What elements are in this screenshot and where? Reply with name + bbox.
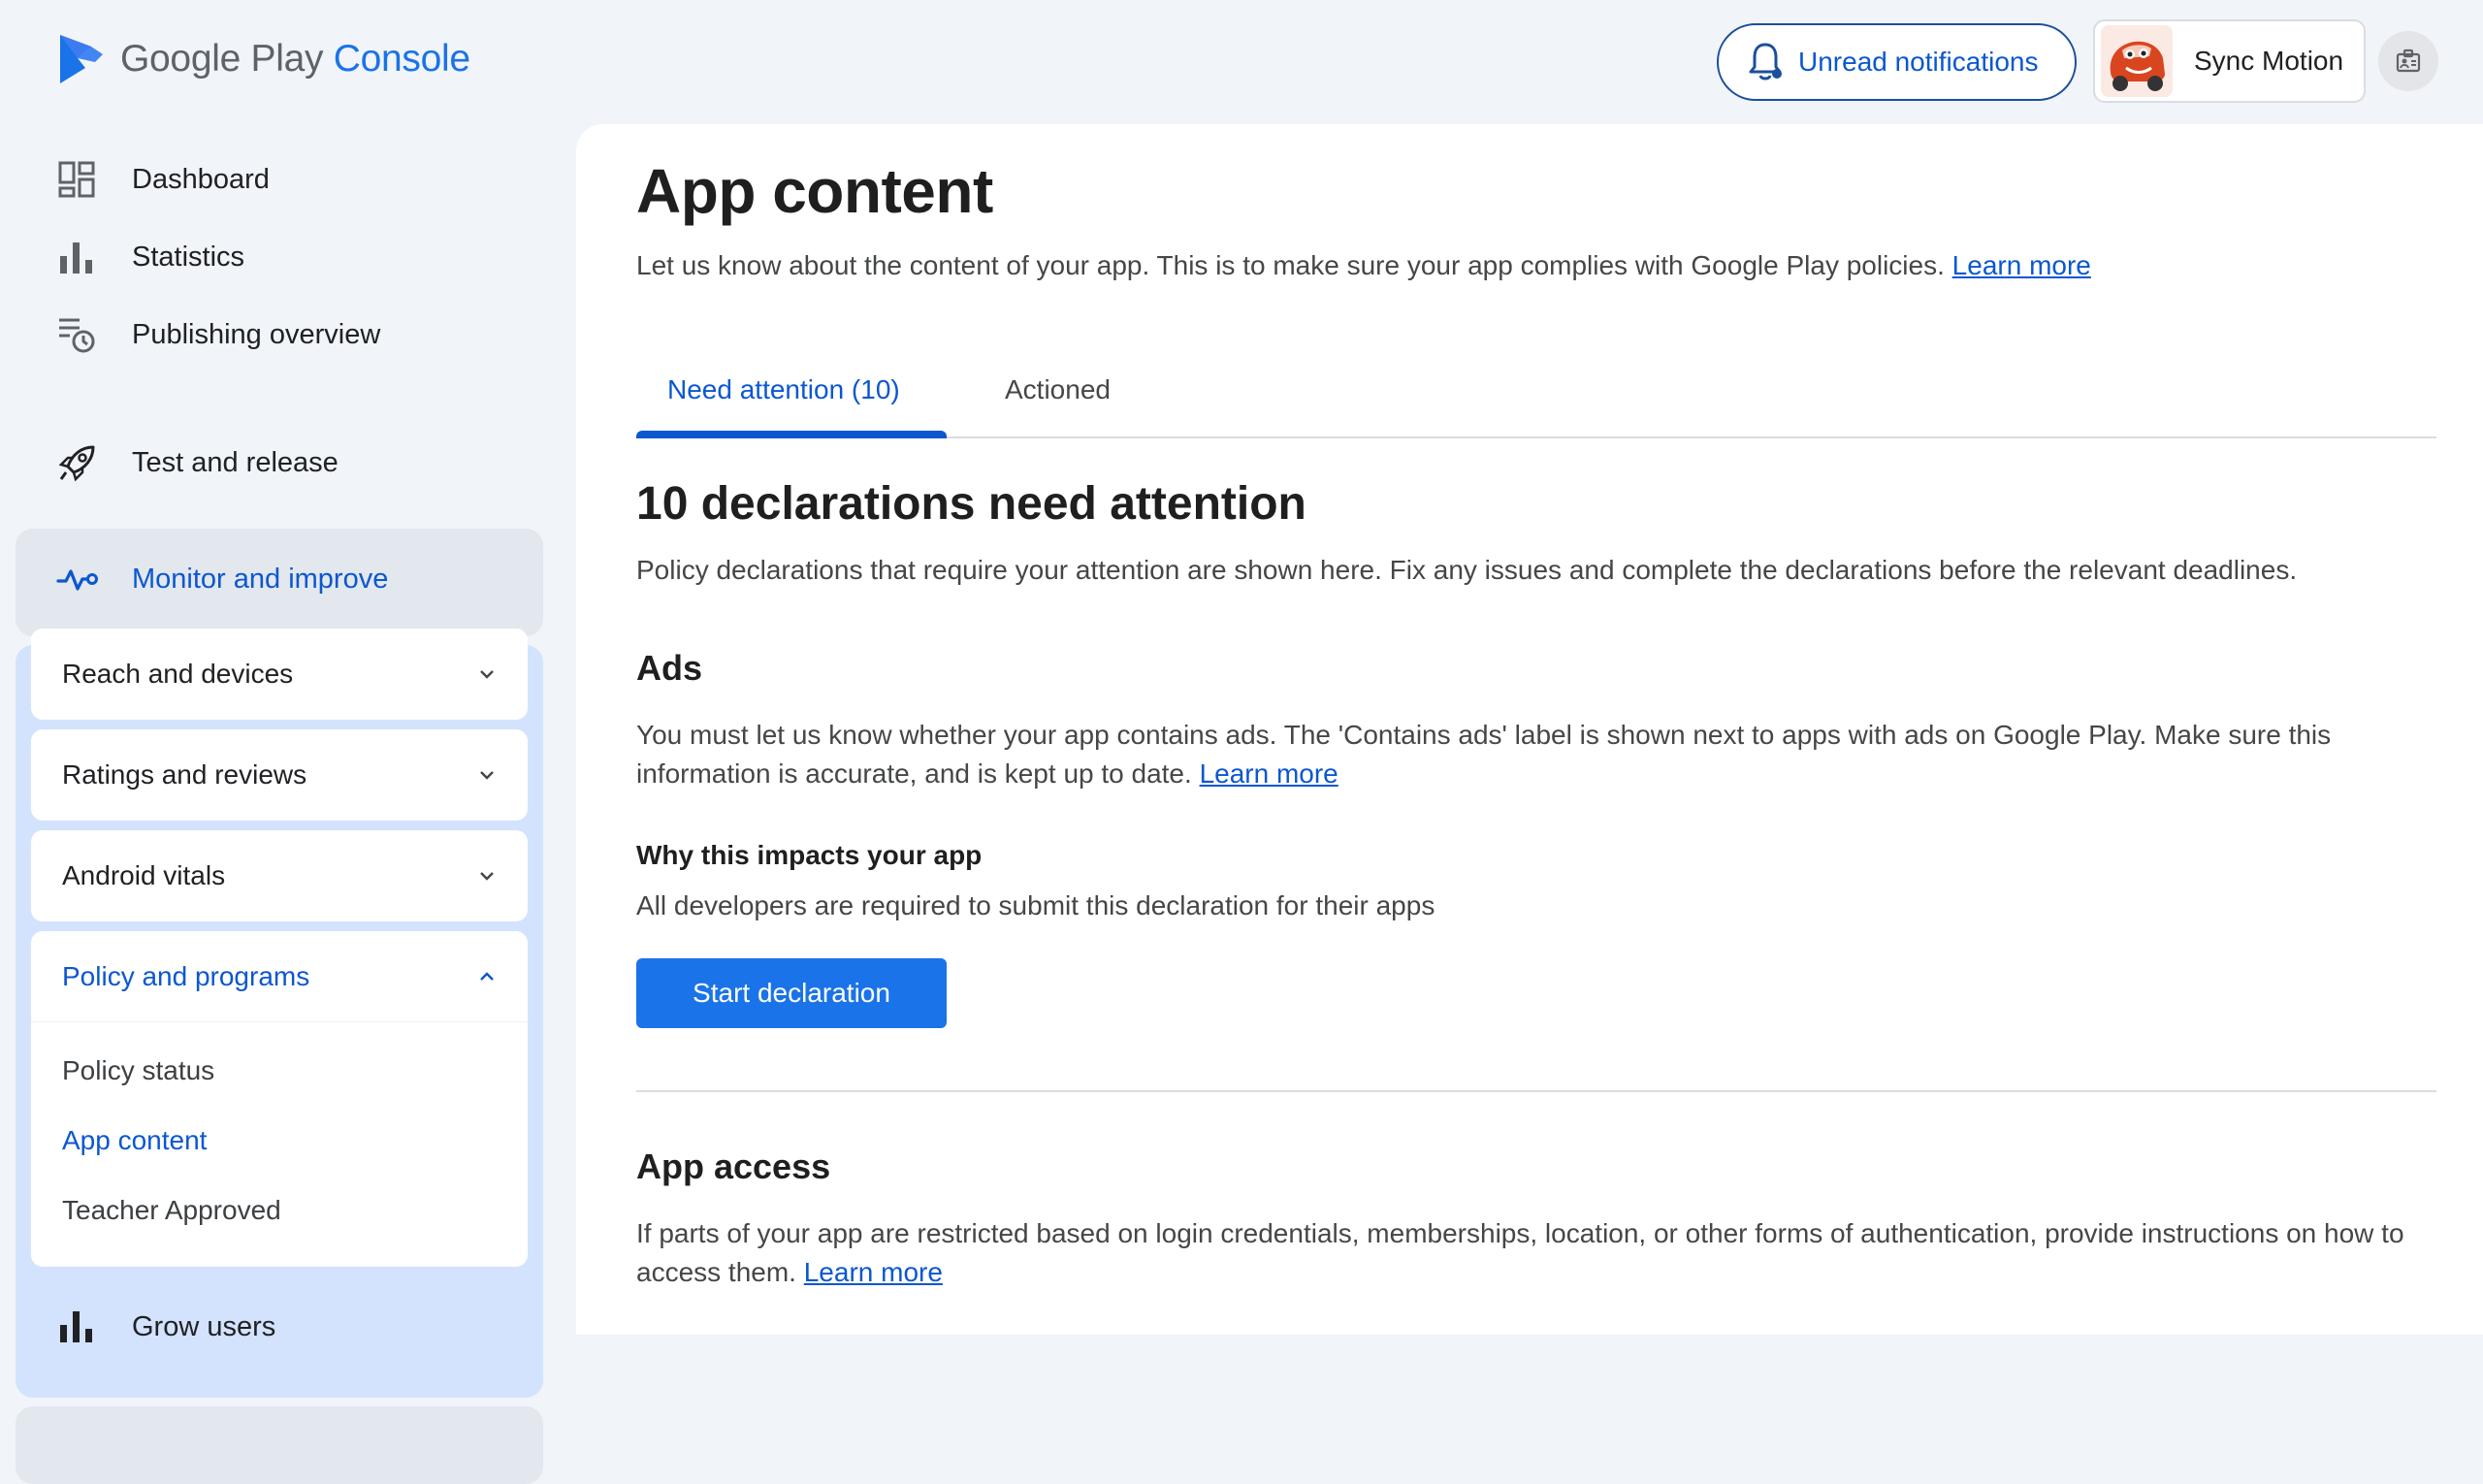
sidebar-item-grow-users[interactable]: Grow users — [56, 1306, 275, 1348]
sidebar-item-label: Publishing overview — [132, 318, 381, 350]
developer-account-button[interactable] — [2378, 31, 2438, 91]
publishing-icon — [59, 318, 95, 353]
tab-actioned[interactable]: Actioned — [1005, 374, 1111, 405]
chevron-down-icon — [480, 670, 494, 679]
account-switcher[interactable]: Sync Motion — [2093, 19, 2366, 103]
sidebar-item-label: Dashboard — [132, 163, 270, 195]
declarations-description: Policy declarations that require your at… — [636, 555, 2298, 585]
why-impacts-title: Why this impacts your app — [636, 840, 983, 870]
sidebar-group-label: Policy and programs — [62, 960, 310, 991]
bar-chart-icon — [60, 1311, 92, 1342]
sidebar-section-label: Monitor and improve — [132, 563, 389, 595]
sidebar-link-teacher-approved[interactable]: Teacher Approved — [62, 1195, 281, 1226]
sidebar-group-reach-and-devices[interactable]: Reach and devices — [31, 629, 528, 720]
chevron-up-icon — [480, 971, 494, 981]
sidebar-group-label: Ratings and reviews — [62, 759, 307, 790]
chevron-down-icon — [480, 872, 494, 881]
sidebar-item-test-and-release[interactable]: Test and release — [56, 441, 339, 484]
sidebar-link-policy-status[interactable]: Policy status — [62, 1055, 214, 1086]
tab-need-attention[interactable]: Need attention (10) — [667, 374, 900, 405]
sidebar-section-label: Grow users — [132, 1310, 276, 1342]
top-bar: Google Play Console Unread notifications… — [0, 0, 2483, 124]
app-access-description: If parts of your app are restricted base… — [636, 1214, 2436, 1292]
ads-description: You must let us know whether your app co… — [636, 716, 2436, 793]
sidebar-group-label: Android vitals — [62, 860, 226, 890]
active-tab-indicator — [636, 431, 947, 438]
learn-more-link[interactable]: Learn more — [1952, 250, 2091, 280]
badge-icon — [2396, 48, 2421, 73]
car-avatar-icon — [2101, 25, 2173, 97]
sidebar-section-grow-users[interactable] — [16, 1406, 543, 1484]
notifications-label: Unread notifications — [1798, 47, 2039, 77]
sidebar-item-label: Statistics — [132, 241, 245, 273]
account-avatar — [2101, 25, 2173, 97]
play-console-logo-icon — [60, 35, 103, 83]
brand-name: Google Play Console — [120, 38, 470, 81]
page-title: App content — [636, 156, 993, 226]
tab-bar: Need attention (10) Actioned — [636, 357, 2436, 438]
section-divider — [636, 1090, 2436, 1092]
sidebar-group-android-vitals[interactable]: Android vitals — [31, 830, 528, 921]
brand-console: Console — [333, 38, 470, 80]
ads-description-text: You must let us know whether your app co… — [636, 720, 2332, 789]
sidebar-item-statistics[interactable]: Statistics — [56, 237, 244, 277]
app-access-title: App access — [636, 1146, 831, 1186]
page-description-text: Let us know about the content of your ap… — [636, 250, 1945, 280]
declarations-heading: 10 declarations need attention — [636, 478, 1306, 530]
page-description: Let us know about the content of your ap… — [636, 250, 2091, 281]
sidebar: Dashboard Statistics Publishing overview — [0, 124, 563, 1484]
sidebar-item-monitor-and-improve[interactable]: Monitor and improve — [56, 558, 388, 600]
chevron-down-icon — [480, 771, 494, 780]
dashboard-icon — [58, 161, 95, 198]
ads-section-title: Ads — [636, 648, 703, 688]
sidebar-item-dashboard[interactable]: Dashboard — [56, 159, 270, 200]
ads-learn-more-link[interactable]: Learn more — [1200, 758, 1338, 789]
sidebar-group-ratings-and-reviews[interactable]: Ratings and reviews — [31, 729, 528, 821]
why-impacts-description: All developers are required to submit th… — [636, 890, 1435, 920]
bell-icon — [1749, 43, 1782, 81]
google-play-console-logo[interactable]: Google Play Console — [56, 33, 470, 85]
sidebar-group-policy-header[interactable]: Policy and programs — [31, 931, 528, 1022]
start-declaration-button[interactable]: Start declaration — [636, 958, 947, 1028]
unread-notifications-button[interactable]: Unread notifications — [1717, 23, 2077, 101]
rocket-icon — [58, 445, 95, 482]
pulse-icon — [56, 569, 98, 591]
sidebar-section-label: Test and release — [132, 446, 339, 478]
account-name: Sync Motion — [2194, 46, 2344, 76]
main-content: App content Let us know about the conten… — [576, 124, 2483, 1335]
sidebar-group-label: Reach and devices — [62, 659, 294, 689]
bar-chart-icon — [60, 242, 92, 274]
sidebar-item-publishing-overview[interactable]: Publishing overview — [56, 314, 380, 355]
sidebar-link-app-content[interactable]: App content — [62, 1125, 207, 1156]
brand-google-play: Google Play — [120, 38, 324, 80]
app-access-learn-more-link[interactable]: Learn more — [804, 1257, 943, 1287]
